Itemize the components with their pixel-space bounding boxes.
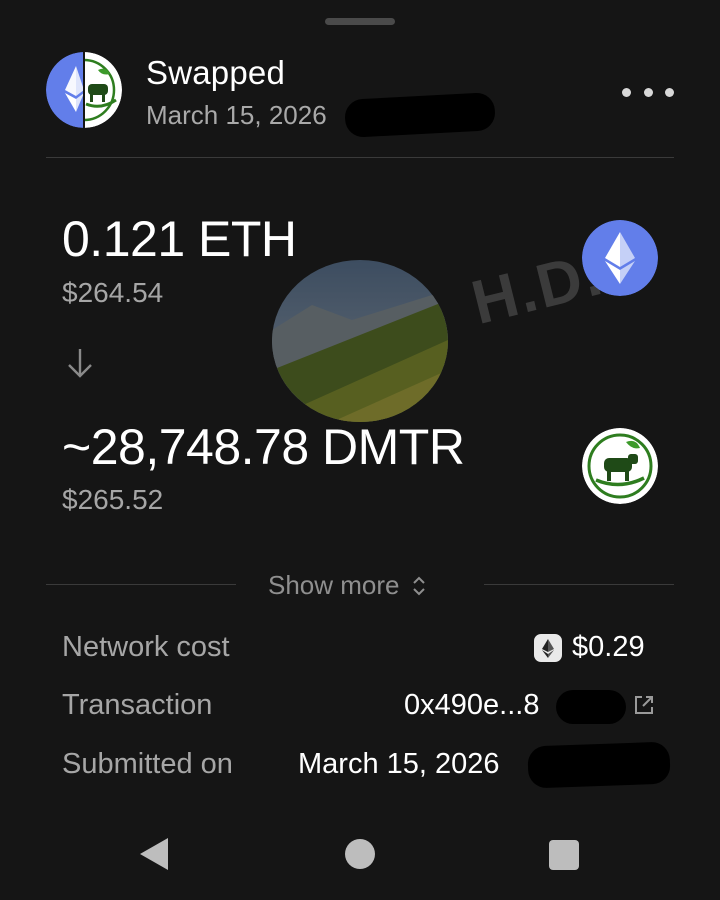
submitted-label: Submitted on (62, 748, 233, 780)
page-title: Swapped (146, 54, 286, 91)
arrow-down-icon (68, 349, 92, 378)
show-more-label: Show more (268, 570, 400, 600)
transaction-label: Transaction (62, 689, 213, 721)
network-cost-label: Network cost (62, 631, 230, 663)
more-dots-icon (622, 87, 631, 97)
dmtr-cow-icon (582, 428, 658, 504)
transaction-sheet: Swapped March 15, 2026 H.D. 0.121 ETH $2… (0, 0, 720, 900)
chevron-up-down-icon (412, 576, 425, 595)
show-more-divider-left (46, 584, 236, 585)
external-link-icon[interactable] (632, 693, 656, 717)
back-nav-icon[interactable] (138, 836, 170, 872)
transaction-hash-link[interactable]: 0x490e...8 (404, 689, 539, 722)
submitted-date: March 15, 2026 (298, 748, 500, 780)
more-options-button[interactable] (622, 78, 674, 106)
recents-nav-icon[interactable] (549, 840, 579, 870)
ethereum-icon (582, 220, 658, 296)
redaction-mark (344, 92, 496, 138)
home-nav-icon[interactable] (345, 839, 375, 869)
show-more-button[interactable]: Show more (268, 570, 426, 601)
header-divider (46, 157, 674, 158)
to-usd-value: $265.52 (62, 484, 164, 515)
show-more-divider-right (484, 584, 674, 585)
from-usd-value: $264.54 (62, 277, 164, 308)
network-cost-value: $0.29 (572, 631, 645, 663)
watermark-photo (272, 260, 448, 422)
eth-network-icon (534, 634, 562, 662)
redaction-mark (527, 741, 671, 789)
redaction-mark (556, 690, 626, 724)
eth-dmtr-split-icon (46, 52, 122, 128)
transaction-date: March 15, 2026 (146, 100, 327, 130)
to-amount: ~28,748.78 DMTR (62, 419, 465, 475)
from-amount: 0.121 ETH (62, 211, 297, 267)
drag-handle[interactable] (325, 18, 395, 25)
